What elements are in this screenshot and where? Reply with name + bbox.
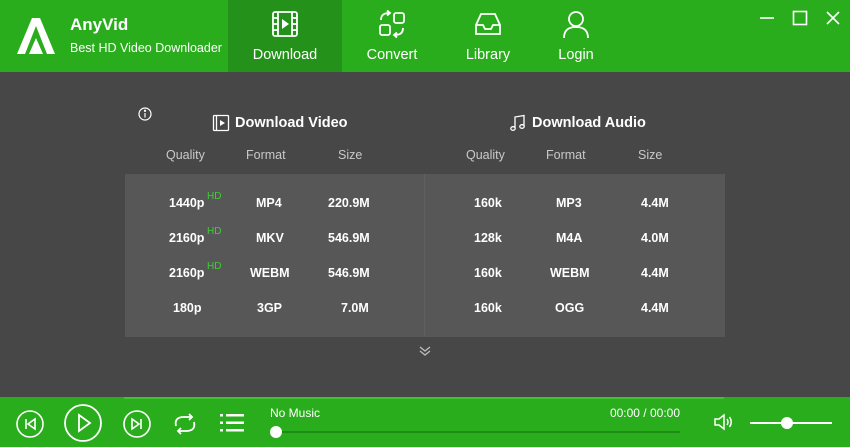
audio-row-2-quality[interactable]: 128k <box>474 231 502 245</box>
music-note-icon <box>510 114 525 131</box>
video-row-3-quality[interactable]: 2160p <box>169 266 204 280</box>
progress-track[interactable] <box>276 431 680 433</box>
audio-row-1-format[interactable]: MP3 <box>556 196 582 210</box>
previous-track-icon[interactable] <box>15 409 45 439</box>
audio-row-4-quality[interactable]: 160k <box>474 301 502 315</box>
progress-handle[interactable] <box>270 426 282 438</box>
video-file-icon <box>272 11 298 37</box>
audio-row-4-size[interactable]: 4.4M <box>641 301 669 315</box>
video-row-4-size[interactable]: 7.0M <box>341 301 369 315</box>
tab-download[interactable]: Download <box>228 0 342 72</box>
track-title: No Music <box>270 406 321 420</box>
tab-library-label: Library <box>465 47 511 63</box>
audio-row-3-size[interactable]: 4.4M <box>641 266 669 280</box>
convert-icon <box>379 9 405 39</box>
video-row-4-format[interactable]: 3GP <box>257 301 282 315</box>
user-icon <box>563 11 589 39</box>
video-row-1-quality[interactable]: 1440p <box>169 196 204 210</box>
volume-icon[interactable] <box>713 412 735 432</box>
tab-download-label: Download <box>252 47 318 63</box>
anyvid-logo-icon <box>17 18 55 54</box>
volume-handle[interactable] <box>780 417 793 429</box>
video-row-2-size[interactable]: 546.9M <box>328 231 370 245</box>
play-icon[interactable] <box>63 403 103 443</box>
maximize-icon[interactable] <box>790 8 810 28</box>
audio-format-header: Format <box>546 148 586 162</box>
audio-row-1-size[interactable]: 4.4M <box>641 196 669 210</box>
minimize-icon[interactable] <box>757 8 777 28</box>
video-row-3-format[interactable]: WEBM <box>250 266 290 280</box>
close-icon[interactable] <box>823 8 843 28</box>
audio-row-2-size[interactable]: 4.0M <box>641 231 669 245</box>
track-time: 00:00 / 00:00 <box>609 406 680 420</box>
download-video-label: Download Video <box>235 115 348 131</box>
hd-badge: HD <box>207 191 222 202</box>
audio-row-3-quality[interactable]: 160k <box>474 266 502 280</box>
video-row-1-size[interactable]: 220.9M <box>328 196 370 210</box>
table-divider <box>424 174 425 337</box>
download-audio-title: Download Audio <box>509 114 646 132</box>
app-subtitle: Best HD Video Downloader <box>70 41 222 55</box>
video-row-2-format[interactable]: MKV <box>256 231 284 245</box>
chevron-double-down-icon[interactable] <box>418 344 432 358</box>
audio-row-3-format[interactable]: WEBM <box>550 266 590 280</box>
hd-badge: HD <box>207 226 222 237</box>
audio-row-1-quality[interactable]: 160k <box>474 196 502 210</box>
audio-quality-header: Quality <box>466 148 505 162</box>
inbox-icon <box>475 13 501 35</box>
tab-login[interactable]: Login <box>519 0 633 72</box>
video-file-icon <box>212 114 230 132</box>
video-row-4-quality[interactable]: 180p <box>173 301 202 315</box>
video-size-header: Size <box>338 148 363 162</box>
download-video-title: Download Video <box>212 114 348 132</box>
video-row-2-quality[interactable]: 2160p <box>169 231 204 245</box>
app-name: AnyVid <box>70 15 129 34</box>
next-track-icon[interactable] <box>122 409 152 439</box>
playlist-icon[interactable] <box>218 410 246 436</box>
hd-badge: HD <box>207 261 222 272</box>
video-row-3-size[interactable]: 546.9M <box>328 266 370 280</box>
audio-row-4-format[interactable]: OGG <box>555 301 584 315</box>
video-quality-header: Quality <box>166 148 205 162</box>
audio-size-header: Size <box>638 148 663 162</box>
info-icon[interactable] <box>138 107 152 121</box>
audio-row-2-format[interactable]: M4A <box>556 231 582 245</box>
title-bar: AnyVid Best HD Video Downloader Download… <box>0 0 850 72</box>
tab-convert-label: Convert <box>366 47 418 63</box>
video-row-1-format[interactable]: MP4 <box>256 196 282 210</box>
download-audio-label: Download Audio <box>532 115 646 131</box>
repeat-icon[interactable] <box>170 409 200 439</box>
player-divider <box>124 397 724 399</box>
video-format-header: Format <box>246 148 286 162</box>
tab-login-label: Login <box>558 47 594 63</box>
